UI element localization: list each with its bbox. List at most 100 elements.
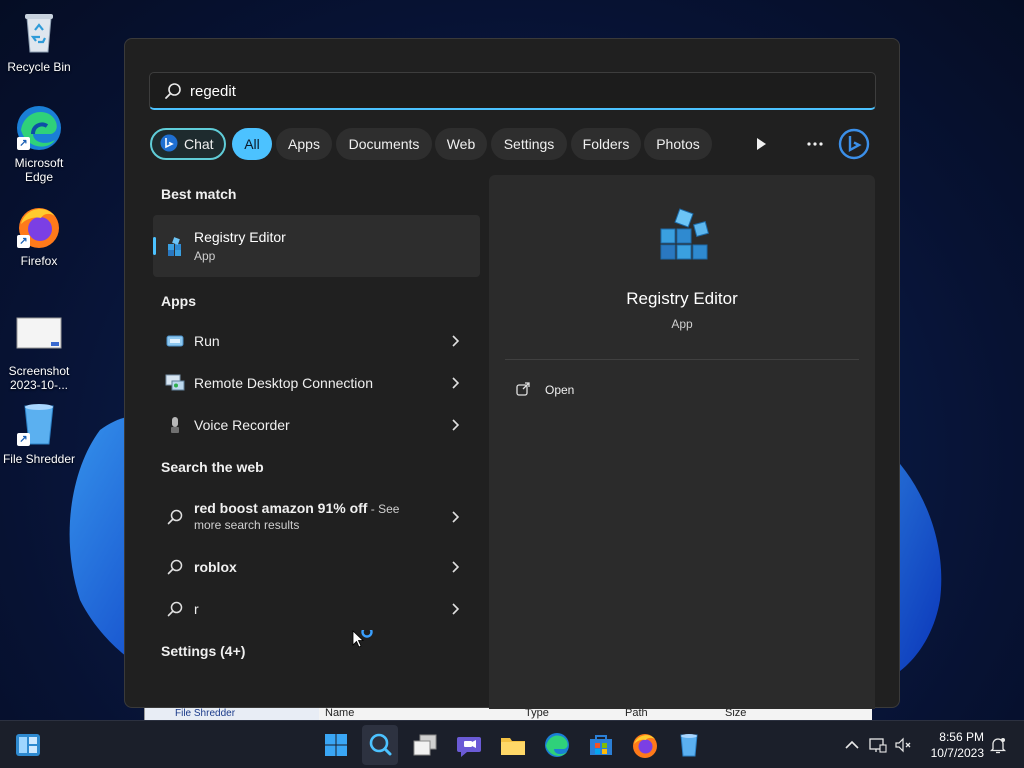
edge-taskbar-icon[interactable] [543, 731, 571, 759]
chevron-right-icon[interactable] [450, 560, 460, 574]
volume-muted-icon[interactable] [893, 735, 913, 755]
detail-app-name: Registry Editor [626, 289, 738, 308]
show-hidden-icons-chevron-up-icon[interactable] [842, 735, 862, 755]
search-icon [167, 559, 183, 575]
app-result-label: Voice Recorder [194, 417, 290, 433]
taskbar-clock[interactable]: 8:56 PM 10/7/2023 [920, 729, 984, 761]
shortcut-arrow-icon: ↗ [17, 137, 30, 150]
run-icon [166, 335, 184, 347]
clock-date: 10/7/2023 [930, 746, 984, 760]
taskbar: 8:56 PM 10/7/2023 [0, 720, 1024, 768]
search-icon [165, 83, 181, 99]
filter-folders[interactable]: Folders [571, 128, 641, 160]
explorer-nav-pane: File Shredder [145, 706, 319, 720]
search-icon [167, 601, 183, 617]
taskbar-search-icon[interactable] [366, 731, 394, 759]
bing-icon [160, 134, 178, 152]
best-match-registry-editor[interactable]: Registry Editor App [153, 215, 480, 277]
remote-desktop-icon [165, 374, 185, 391]
app-result-voice-recorder[interactable]: Voice Recorder [153, 405, 480, 445]
desktop-icon-label: Microsoft [14, 156, 64, 170]
more-options-icon[interactable] [799, 128, 831, 160]
clock-time: 8:56 PM [939, 730, 984, 744]
best-match-name: Registry Editor [194, 229, 286, 245]
web-result-label: r [194, 601, 199, 617]
desktop-icon-label: 2023-10-... [9, 378, 69, 392]
section-title-best-match: Best match [161, 186, 237, 202]
filter-label: Folders [582, 136, 630, 152]
desktop-icon-edge[interactable]: ↗ Microsoft Edge [0, 104, 78, 184]
network-icon[interactable] [868, 735, 888, 755]
chevron-right-icon[interactable] [450, 602, 460, 616]
desktop-icon-label: Firefox [20, 254, 58, 268]
desktop-icon-label: Recycle Bin [7, 60, 71, 74]
web-result-r[interactable]: r [153, 589, 480, 629]
filter-photos[interactable]: Photos [644, 128, 712, 160]
task-view-icon[interactable] [411, 731, 439, 759]
web-result-roblox[interactable]: roblox [153, 547, 480, 587]
app-result-label: Run [194, 333, 220, 349]
desktop-icon-firefox[interactable]: ↗ Firefox [0, 202, 78, 268]
chevron-right-icon[interactable] [450, 376, 460, 390]
selection-indicator [153, 237, 156, 255]
mouse-cursor-busy-icon [352, 630, 373, 648]
chevron-right-icon[interactable] [450, 510, 460, 524]
app-result-remote-desktop[interactable]: Remote Desktop Connection [153, 363, 480, 403]
filter-label: All [244, 136, 260, 152]
microsoft-store-icon[interactable] [587, 731, 615, 759]
open-action-label: Open [545, 383, 575, 397]
filter-label: Documents [348, 136, 420, 152]
web-result-suffix: - See [367, 502, 400, 516]
open-external-icon [516, 382, 530, 396]
section-title-settings[interactable]: Settings (4+) [161, 643, 245, 659]
desktop-icon-file-shredder[interactable]: ↗ File Shredder [0, 400, 78, 466]
filter-chat[interactable]: Chat [150, 128, 226, 160]
result-detail-pane: Registry Editor App Open [489, 175, 875, 709]
filter-label: Photos [656, 136, 700, 152]
app-result-run[interactable]: Run [153, 321, 480, 361]
firefox-taskbar-icon[interactable] [631, 731, 659, 759]
section-title-search-web: Search the web [161, 459, 264, 475]
filter-settings[interactable]: Settings [491, 128, 567, 160]
explorer-nav-item[interactable]: File Shredder [175, 708, 235, 719]
search-box[interactable] [149, 72, 876, 110]
filter-web[interactable]: Web [435, 128, 487, 160]
firefox-icon: ↗ [15, 202, 63, 250]
search-input[interactable] [190, 79, 830, 103]
section-title-apps: Apps [161, 293, 196, 309]
teams-chat-icon[interactable] [455, 731, 483, 759]
best-match-type: App [194, 249, 216, 263]
notification-bell-icon[interactable] [988, 735, 1008, 755]
filter-apps[interactable]: Apps [276, 128, 332, 160]
edge-icon: ↗ [15, 104, 63, 152]
start-windows-icon[interactable] [322, 731, 350, 759]
filter-label: Chat [184, 136, 214, 152]
web-result-red-boost[interactable]: red boost amazon 91% off - See more sear… [153, 493, 480, 541]
bing-chat-icon[interactable] [838, 128, 870, 160]
filter-label: Settings [503, 136, 555, 152]
registry-editor-icon [660, 208, 709, 260]
file-shredder-icon: ↗ [15, 400, 63, 448]
web-result-query: roblox [194, 559, 237, 575]
filter-all[interactable]: All [232, 128, 272, 160]
web-result-label: roblox [194, 559, 237, 575]
filter-documents[interactable]: Documents [336, 128, 432, 160]
web-result-query: red boost amazon 91% off [194, 500, 368, 516]
desktop-icon-label: Screenshot [8, 364, 70, 378]
detail-app-type: App [671, 317, 693, 331]
microphone-icon [171, 417, 179, 433]
chevron-right-icon[interactable] [450, 334, 460, 348]
detail-separator [505, 359, 859, 360]
desktop-icon-screenshot[interactable]: Screenshot 2023-10-... [0, 312, 78, 392]
file-explorer-icon[interactable] [499, 731, 527, 759]
scroll-filters-play-icon[interactable] [745, 128, 777, 160]
recycle-bin-icon [15, 8, 63, 56]
search-icon [167, 509, 183, 525]
filter-label: Apps [288, 136, 320, 152]
desktop-icon-recycle-bin[interactable]: Recycle Bin [0, 8, 78, 74]
column-header-name[interactable]: Name [325, 707, 354, 719]
chevron-right-icon[interactable] [450, 418, 460, 432]
widgets-icon[interactable] [14, 731, 42, 759]
app-result-label: Remote Desktop Connection [194, 375, 373, 391]
file-shredder-taskbar-icon[interactable] [675, 731, 703, 759]
